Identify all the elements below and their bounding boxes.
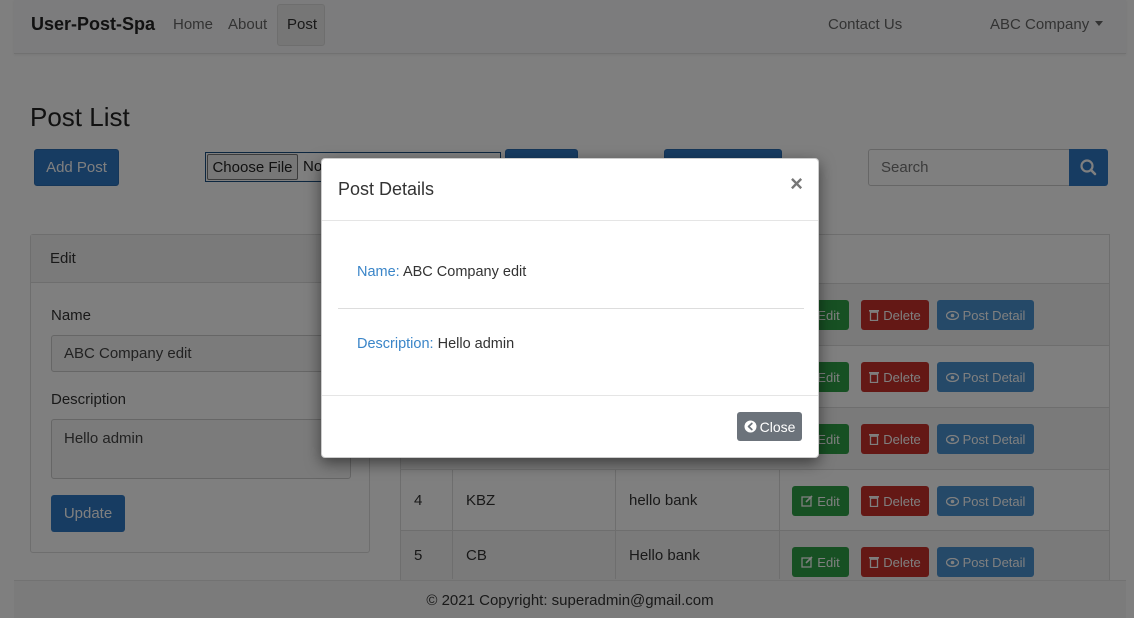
modal-header: Post Details ×	[322, 159, 818, 221]
detail-name-value: ABC Company edit	[402, 264, 527, 280]
close-icon[interactable]: ×	[790, 173, 803, 195]
detail-description-key: Description:	[357, 336, 434, 352]
close-button[interactable]: Close	[737, 412, 802, 441]
detail-description: Description: Hello admin	[357, 336, 514, 352]
circle-arrow-left-icon	[744, 420, 757, 433]
post-details-modal: Post Details × Name: ABC Company edit De…	[321, 158, 819, 458]
detail-description-value: Hello admin	[437, 336, 515, 352]
detail-name-key: Name:	[357, 264, 400, 280]
modal-title: Post Details	[338, 179, 435, 199]
close-label: Close	[759, 418, 796, 435]
modal-body: Name: ABC Company edit Description: Hell…	[322, 221, 818, 396]
detail-name: Name: ABC Company edit	[357, 264, 526, 280]
divider	[338, 308, 804, 309]
